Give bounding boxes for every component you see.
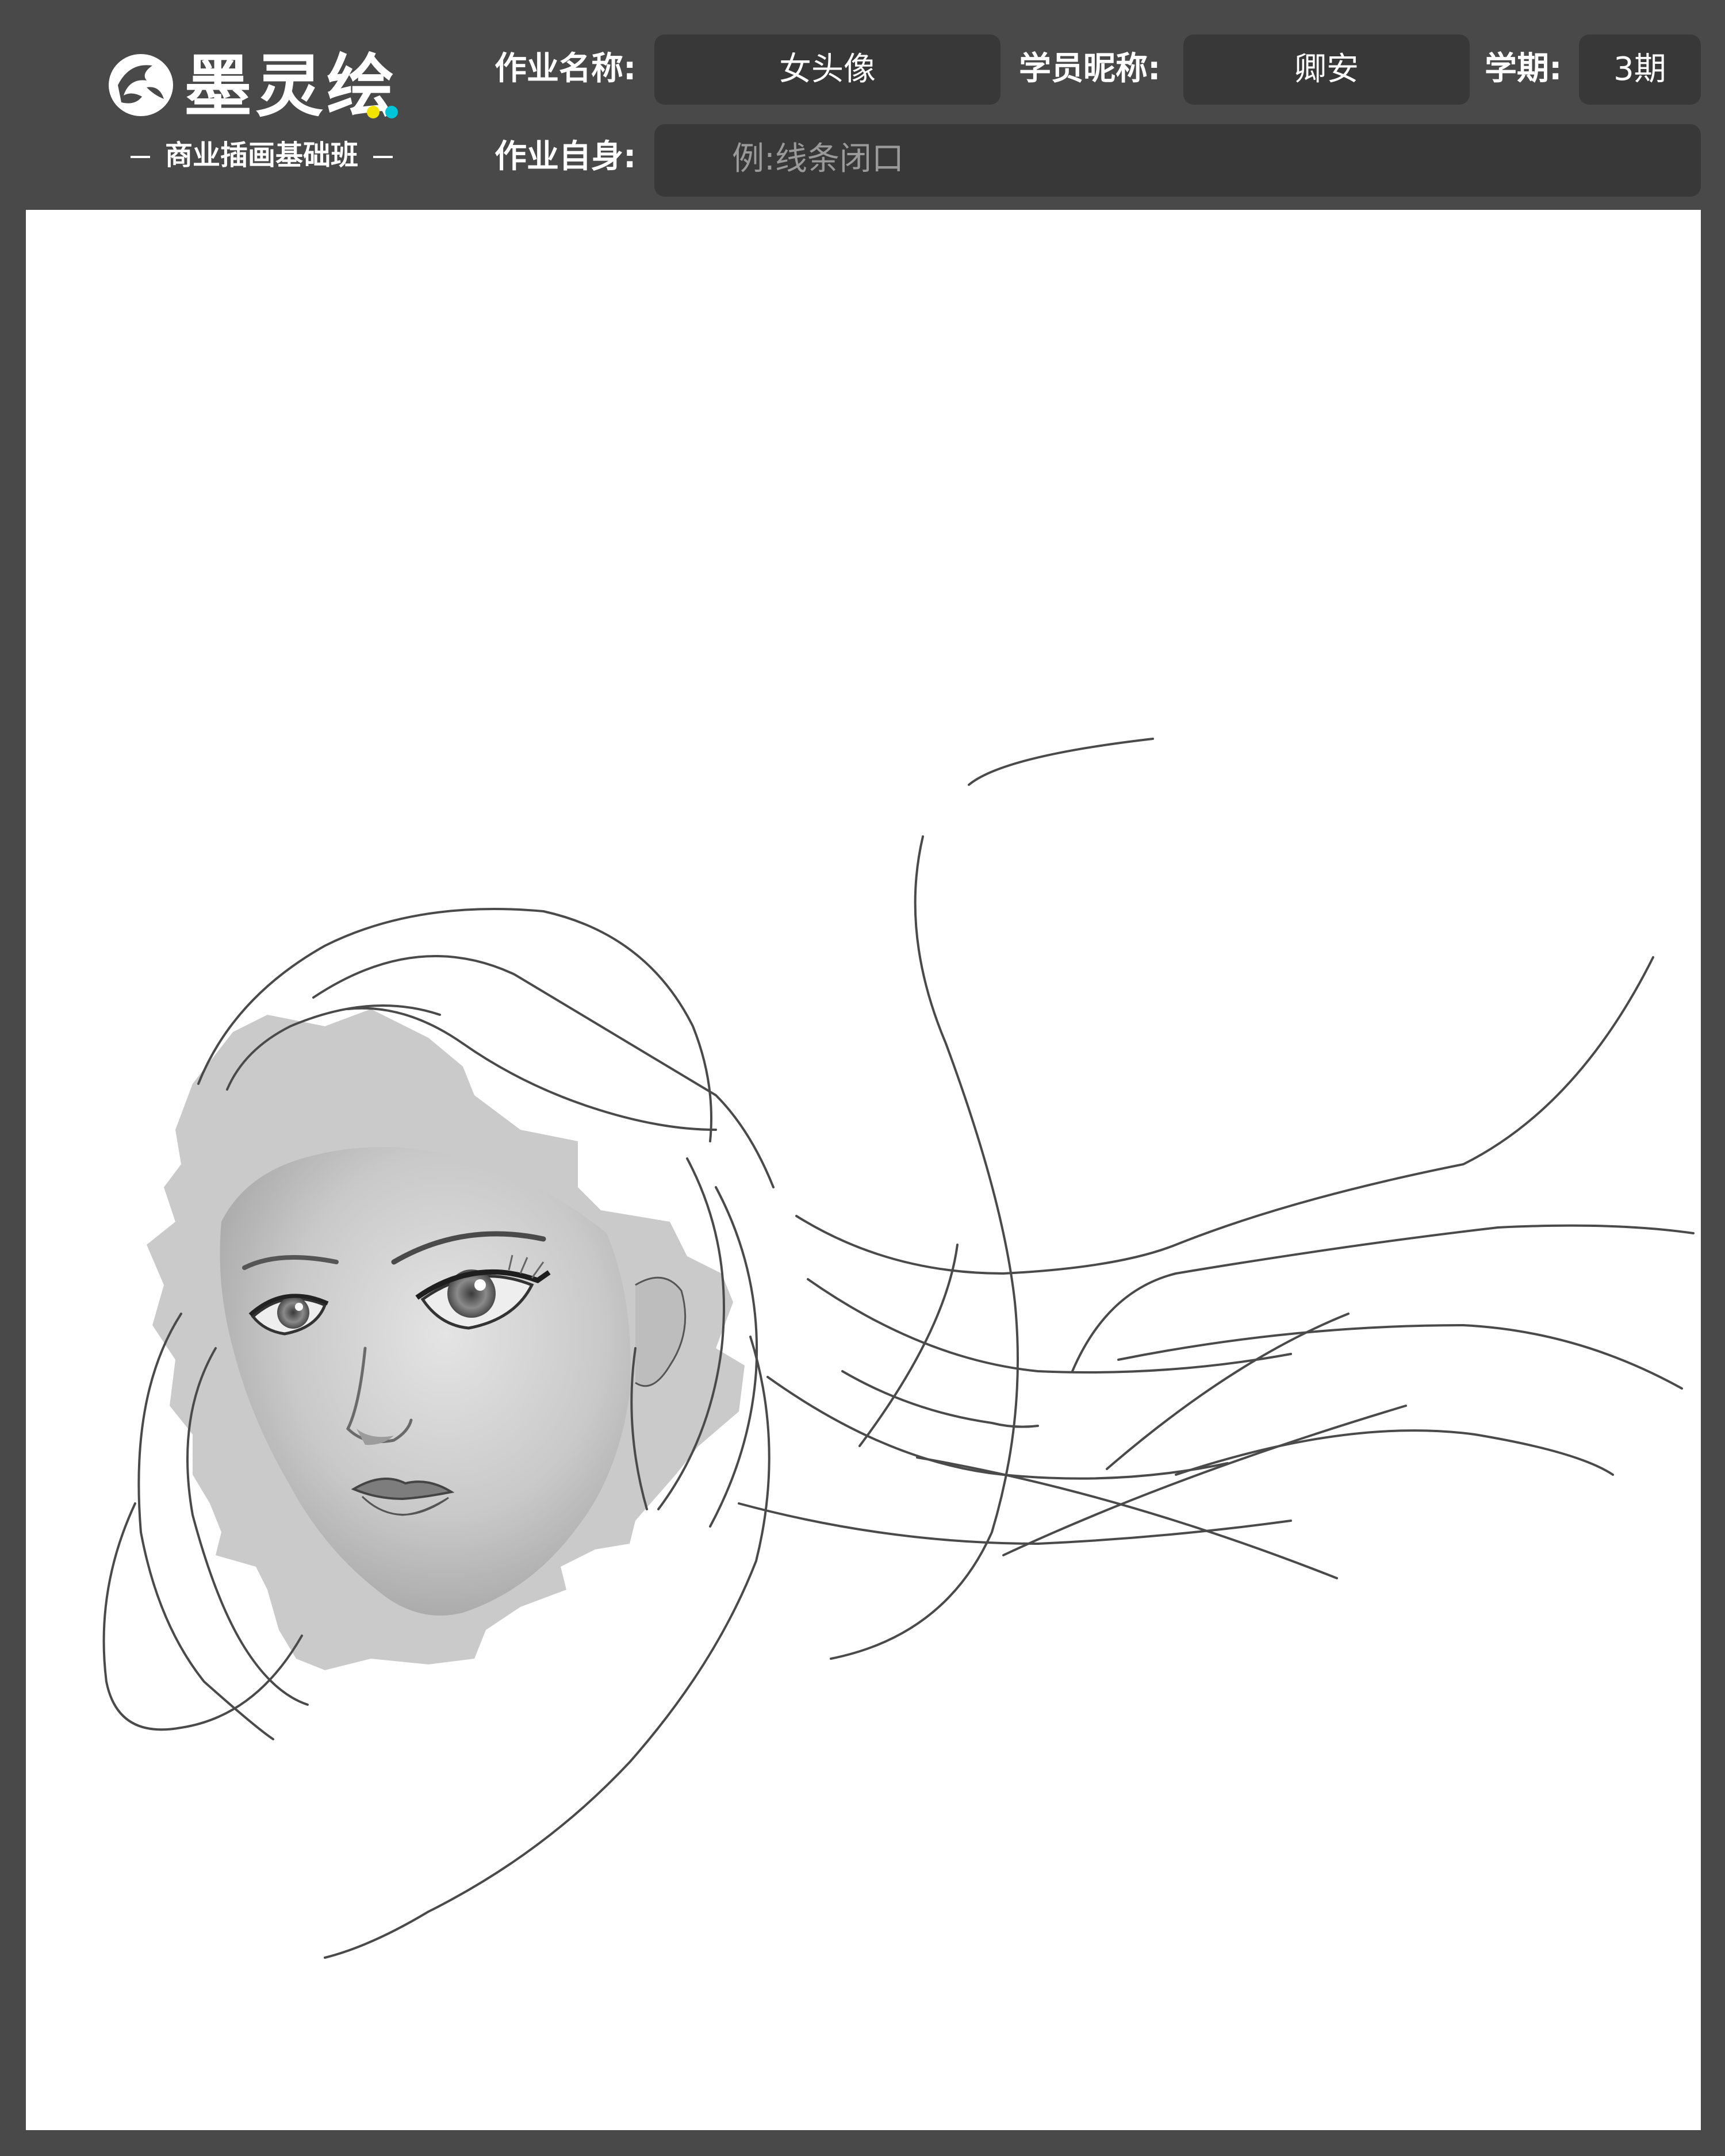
brand-subtitle: 商业插画基础班 xyxy=(112,132,411,172)
term-field[interactable]: 3期 xyxy=(1579,34,1701,105)
brand-color-dots xyxy=(367,106,398,118)
female-portrait-sketch-icon xyxy=(102,738,1695,1959)
homework-self-field[interactable]: 例:线条闭口 xyxy=(654,124,1701,197)
right-pupil-light xyxy=(474,1279,486,1291)
student-nickname-label: 学员昵称: xyxy=(1019,50,1161,87)
artwork-canvas xyxy=(26,210,1701,2130)
brand-logo: 墨灵绘 商业插画基础班 xyxy=(106,46,417,172)
ink-drop-face-icon xyxy=(109,54,173,116)
header-bar: 墨灵绘 商业插画基础班 作业名称: 女头像 学员昵称: 卿安 学期: 3期 作业… xyxy=(0,0,1725,207)
homework-name-value: 女头像 xyxy=(779,51,876,88)
left-pupil-light xyxy=(295,1303,303,1311)
left-iris xyxy=(277,1296,309,1329)
homework-self-label: 作业自身: xyxy=(494,138,637,175)
student-nickname-value: 卿安 xyxy=(1294,51,1359,88)
homework-self-placeholder: 例:线条闭口 xyxy=(732,140,904,178)
homework-name-label: 作业名称: xyxy=(494,50,637,87)
term-value: 3期 xyxy=(1613,51,1666,88)
homework-name-field[interactable]: 女头像 xyxy=(654,34,1000,105)
term-label: 学期: xyxy=(1485,50,1562,87)
student-nickname-field[interactable]: 卿安 xyxy=(1183,34,1470,105)
